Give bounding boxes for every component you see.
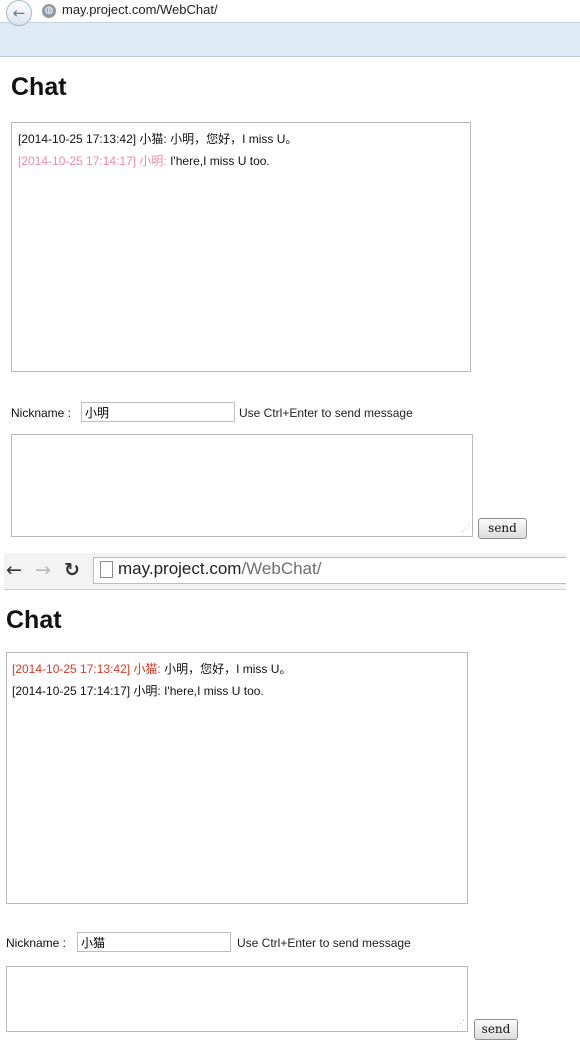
reload-icon: ↻ <box>64 559 80 581</box>
page-title: Chat <box>6 606 62 634</box>
message-input[interactable]: ⋰ <box>11 434 473 537</box>
globe-icon: ◍ <box>42 4 56 18</box>
message-text: 小明，您好，I miss U。 <box>166 132 298 146</box>
url-path: /WebChat/ <box>241 559 322 578</box>
page-title: Chat <box>11 73 67 101</box>
message-text: I'here,I miss U too. <box>166 154 270 168</box>
message-meta: [2014-10-25 17:14:17] 小明: <box>18 154 167 168</box>
chat-message: [2014-10-25 17:13:42] 小猫: 小明，您好，I miss U… <box>12 660 291 677</box>
message-input[interactable]: ⋰ <box>6 966 468 1032</box>
url-domain: may.project.com <box>118 559 242 578</box>
url-text[interactable]: may.project.com/WebChat/ <box>118 559 321 579</box>
back-arrow-icon: ← <box>12 4 26 22</box>
chat-message: [2014-10-25 17:14:17] 小明: I'here,I miss … <box>12 682 264 699</box>
resize-grip-icon[interactable]: ⋰ <box>456 1020 465 1029</box>
chat-log[interactable]: [2014-10-25 17:13:42] 小猫: 小明，您好，I miss U… <box>11 122 471 372</box>
message-meta: [2014-10-25 17:13:42] 小猫: <box>12 662 161 676</box>
send-hint: Use Ctrl+Enter to send message <box>237 936 411 950</box>
nickname-label: Nickname : <box>6 936 67 950</box>
url-text[interactable]: may.project.com/WebChat/ <box>62 2 218 17</box>
send-hint: Use Ctrl+Enter to send message <box>239 406 413 420</box>
message-text: 小明，您好，I miss U。 <box>160 662 292 676</box>
resize-grip-icon[interactable]: ⋰ <box>461 525 470 534</box>
message-text: I'here,I miss U too. <box>160 684 264 698</box>
send-button[interactable]: send <box>474 1019 518 1040</box>
back-button[interactable]: ← <box>6 559 22 581</box>
chat-message: [2014-10-25 17:14:17] 小明: I'here,I miss … <box>18 152 270 169</box>
page-icon <box>100 561 113 578</box>
nickname-input[interactable] <box>81 402 235 422</box>
message-meta: [2014-10-25 17:14:17] 小明: <box>12 684 161 698</box>
send-button[interactable]: send <box>478 518 527 539</box>
nickname-input[interactable] <box>77 932 231 952</box>
back-button[interactable]: ← <box>6 0 32 26</box>
reload-button[interactable]: ↻ <box>64 559 80 581</box>
forward-button[interactable]: → <box>35 559 51 581</box>
back-arrow-icon: ← <box>6 559 22 581</box>
forward-arrow-icon: → <box>35 559 51 581</box>
chat-log[interactable]: [2014-10-25 17:13:42] 小猫: 小明，您好，I miss U… <box>6 652 468 904</box>
message-meta: [2014-10-25 17:13:42] 小猫: <box>18 132 167 146</box>
nickname-label: Nickname : <box>11 406 72 420</box>
chat-message: [2014-10-25 17:13:42] 小猫: 小明，您好，I miss U… <box>18 130 297 147</box>
